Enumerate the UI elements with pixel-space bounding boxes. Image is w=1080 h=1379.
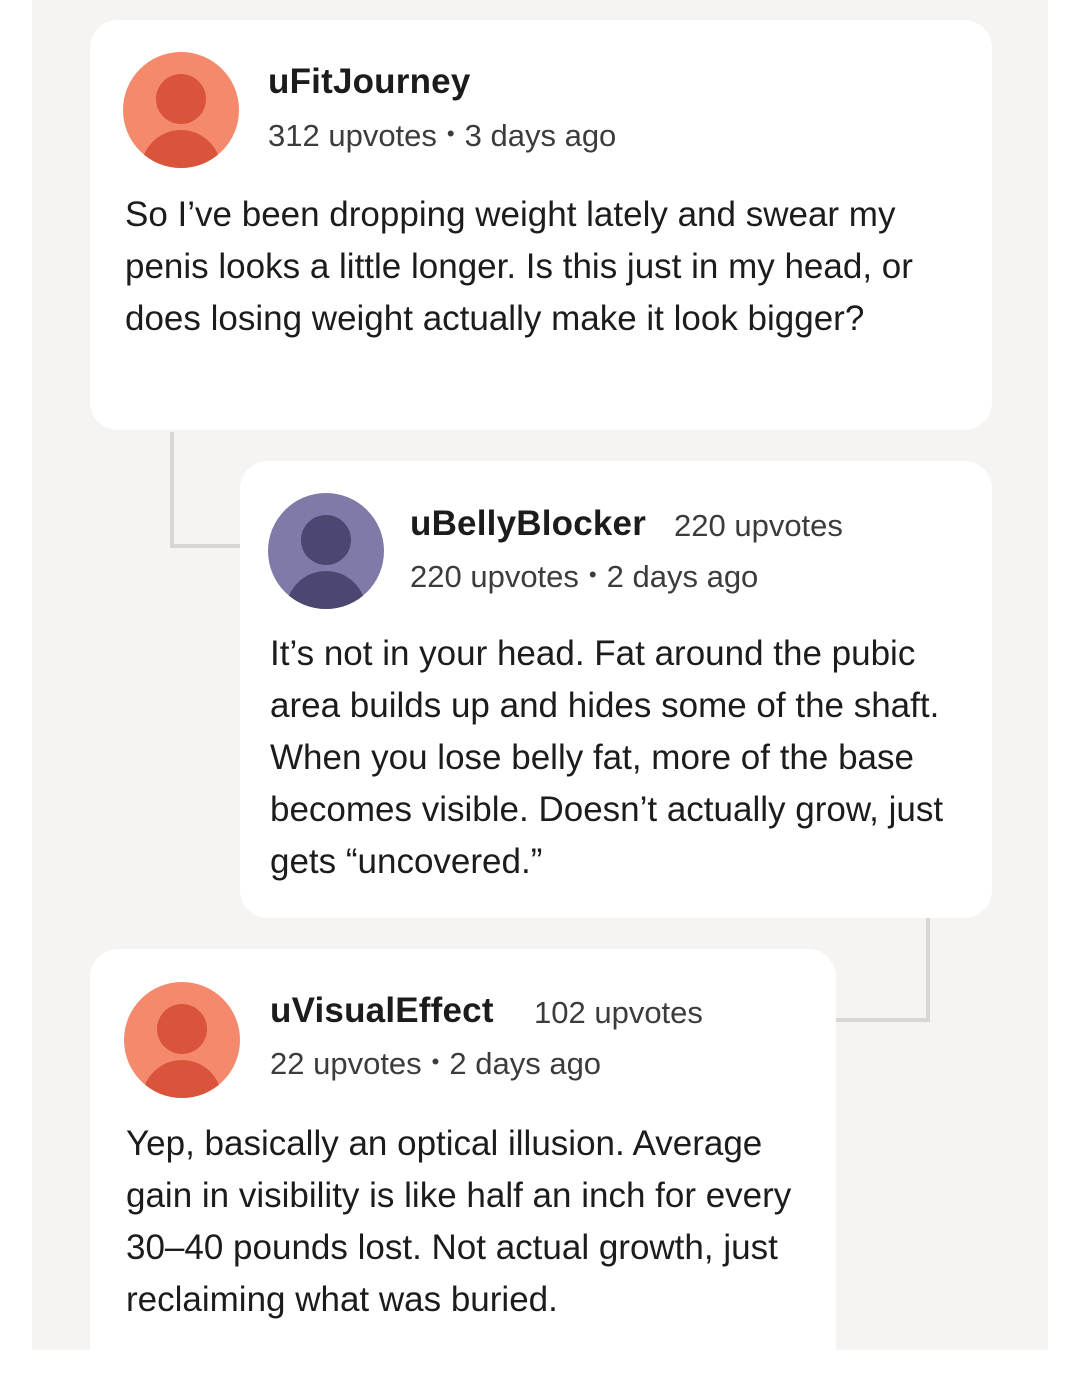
- upvote-count: 220 upvotes: [410, 559, 579, 594]
- timestamp: 2 days ago: [449, 1046, 602, 1081]
- comment-meta: 220 upvotes • 2 days ago: [410, 559, 758, 595]
- timestamp: 2 days ago: [606, 559, 759, 594]
- avatar[interactable]: [123, 52, 239, 168]
- thread-connector: [836, 918, 930, 1022]
- username[interactable]: uBellyBlocker: [410, 504, 646, 544]
- username[interactable]: uFitJourney: [268, 62, 471, 102]
- comment-text: Yep, basically an optical illusion. Aver…: [126, 1124, 792, 1319]
- avatar-head-shape: [156, 74, 206, 124]
- username[interactable]: uVisualEffect: [270, 991, 494, 1031]
- timestamp: 3 days ago: [464, 118, 617, 153]
- avatar-head-shape: [157, 1004, 207, 1054]
- separator-dot: •: [588, 562, 597, 587]
- avatar[interactable]: [124, 982, 240, 1098]
- comment-text: It’s not in your head. Fat around the pu…: [270, 634, 944, 881]
- comment-meta: 312 upvotes • 3 days ago: [268, 118, 616, 154]
- avatar-body-shape: [142, 1060, 222, 1098]
- comment-card: uVisualEffect 102 upvotes 22 upvotes • 2 d…: [90, 949, 836, 1379]
- upvote-count: 22 upvotes: [270, 1046, 422, 1081]
- avatar-body-shape: [141, 130, 221, 168]
- comment-thread: uFitJourney 312 upvotes • 3 days ago So I’…: [32, 0, 1048, 1379]
- comment-text: So I’ve been dropping weight lately and …: [125, 195, 913, 338]
- comment-card: uFitJourney 312 upvotes • 3 days ago So I’…: [90, 20, 992, 430]
- avatar-head-shape: [301, 515, 351, 565]
- inline-upvote-count: 220 upvotes: [674, 508, 843, 543]
- avatar-body-shape: [286, 571, 366, 609]
- inline-upvote-count: 102 upvotes: [534, 995, 703, 1030]
- separator-dot: •: [446, 121, 455, 146]
- separator-dot: •: [431, 1049, 440, 1074]
- comment-card: uBellyBlocker 220 upvotes 220 upvotes • 2 …: [240, 461, 992, 918]
- thread-connector: [170, 432, 244, 548]
- upvote-count: 312 upvotes: [268, 118, 437, 153]
- comment-meta: 22 upvotes • 2 days ago: [270, 1046, 601, 1082]
- avatar[interactable]: [268, 493, 384, 609]
